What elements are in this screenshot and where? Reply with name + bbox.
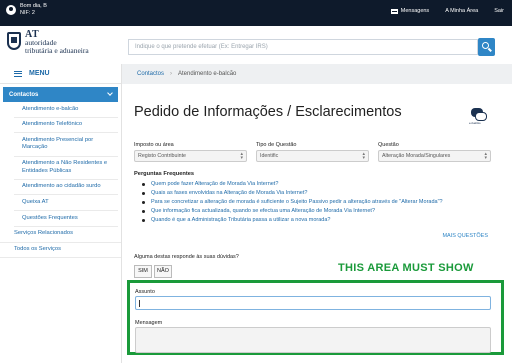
messages-label: Mensagens <box>400 8 430 14</box>
annotation-text: THIS AREA MUST SHOW <box>338 262 474 274</box>
user-icon <box>6 5 16 15</box>
more-questions-link[interactable]: MAIS QUESTÕES <box>442 233 488 239</box>
sidebar-item-label: Contactos <box>9 91 39 98</box>
logo-line3: tributária e aduaneira <box>25 46 89 55</box>
select-arrows-icon: ▴ ▾ <box>484 151 487 161</box>
sidebar-subitem-surdo[interactable]: Atendimento ao cidadão surdo <box>14 180 118 196</box>
bullet-icon <box>142 219 145 222</box>
imposto-value: Registo Contribuinte <box>138 153 186 159</box>
sidebar-subitem-ebalcao[interactable]: Atendimento e-balcão <box>14 102 118 118</box>
breadcrumb: Contactos › Atendimento e-balcão <box>122 64 512 84</box>
menu-label: MENU <box>29 70 50 77</box>
sidebar-subitem-presencial[interactable]: Atendimento Presencial por Marcação <box>14 133 118 157</box>
sidebar: MENU Contactos Atendimento e-balcão Aten… <box>0 64 122 363</box>
breadcrumb-current: Atendimento e-balcão <box>178 71 237 77</box>
user-info[interactable]: Bom dia, B NIF: 2 <box>6 3 47 17</box>
questao-select[interactable]: Alteração Morada/Singulares ▴ ▾ <box>378 150 491 162</box>
top-bar: Bom dia, B NIF: 2 Mensagens A Minha Área… <box>0 0 512 26</box>
questao-label: Questão <box>378 142 399 148</box>
yes-button[interactable]: SIM <box>134 265 152 278</box>
faq-item[interactable]: Quais as fases envolvidas na Alteração d… <box>142 189 502 198</box>
mensagem-label: Mensagem <box>135 320 163 326</box>
questao-value: Alteração Morada/Singulares <box>382 153 451 159</box>
sidebar-subitem-nao-residentes[interactable]: Atendimento a Não Residentes e Entidades… <box>14 157 118 180</box>
at-logo[interactable]: AT autoridade tributária e aduaneira <box>6 30 89 55</box>
icon-caption: e-balcão <box>469 121 481 125</box>
breadcrumb-separator: › <box>170 71 173 77</box>
select-arrows-icon: ▴ ▾ <box>362 151 365 161</box>
menu-toggle[interactable]: MENU <box>0 64 121 84</box>
tipo-value: Identific <box>260 153 279 159</box>
faq-title: Perguntas Frequentes <box>134 171 195 177</box>
faq-item[interactable]: Que informação fica actualizada, quando … <box>142 207 502 216</box>
exit-link[interactable]: Sair <box>494 8 504 14</box>
search-button[interactable] <box>478 38 495 56</box>
breadcrumb-contactos[interactable]: Contactos <box>137 71 164 77</box>
chat-bubbles-icon: e-balcão <box>469 108 489 125</box>
search-input[interactable]: Indique o que pretende efetuar (Ex: Entr… <box>128 39 478 55</box>
sidebar-item-contactos[interactable]: Contactos <box>3 87 118 102</box>
messages-link[interactable]: Mensagens <box>390 8 430 14</box>
mensagem-textarea[interactable] <box>135 327 491 353</box>
assunto-label: Assunto <box>135 289 155 295</box>
sidebar-item-servicos-relacionados[interactable]: Serviços Relacionados <box>0 227 121 243</box>
assunto-input[interactable] <box>135 296 491 310</box>
bullet-icon <box>142 183 145 186</box>
no-button[interactable]: NÃO <box>154 265 172 278</box>
faq-link[interactable]: Quando é que a Administração Tributária … <box>151 216 330 225</box>
imposto-select[interactable]: Registo Contribuinte ▴ ▾ <box>134 150 247 162</box>
sidebar-subitem-questoes[interactable]: Questões Frequentes <box>14 211 118 227</box>
user-greeting: Bom dia, B <box>20 3 47 9</box>
faq-link[interactable]: Que informação fica actualizada, quando … <box>151 207 375 216</box>
text-caret <box>139 300 140 307</box>
question-text: Alguma destas responde às suas dúvidas? <box>134 254 239 260</box>
my-area-link[interactable]: A Minha Área <box>445 8 478 14</box>
sidebar-subitem-queixa[interactable]: Queixa AT <box>14 195 118 212</box>
mail-icon <box>390 8 398 14</box>
imposto-label: Imposto ou área <box>134 142 174 148</box>
faq-list: Quem pode fazer Alteração de Morada Via … <box>142 180 502 225</box>
hamburger-icon <box>14 70 22 77</box>
faq-item[interactable]: Quando é que a Administração Tributária … <box>142 216 502 225</box>
select-arrows-icon: ▴ ▾ <box>240 151 243 161</box>
bullet-icon <box>142 210 145 213</box>
bullet-icon <box>142 192 145 195</box>
faq-item[interactable]: Para se concretizar a alteração de morad… <box>142 198 502 207</box>
at-emblem-icon <box>6 31 22 53</box>
sidebar-subitem-telefonico[interactable]: Atendimento Telefónico <box>14 118 118 134</box>
faq-link[interactable]: Quem pode fazer Alteração de Morada Via … <box>151 180 278 189</box>
chevron-down-icon <box>107 90 113 96</box>
user-nif: NIF: 2 <box>20 10 35 16</box>
page-title: Pedido de Informações / Esclarecimentos <box>134 104 402 120</box>
tipo-select[interactable]: Identific ▴ ▾ <box>256 150 369 162</box>
sidebar-item-todos-servicos[interactable]: Todos os Serviços <box>0 243 121 259</box>
faq-item[interactable]: Quem pode fazer Alteração de Morada Via … <box>142 180 502 189</box>
faq-link[interactable]: Quais as fases envolvidas na Alteração d… <box>151 189 307 198</box>
faq-link[interactable]: Para se concretizar a alteração de morad… <box>151 198 443 207</box>
tipo-label: Tipo de Questão <box>256 142 297 148</box>
bullet-icon <box>142 201 145 204</box>
